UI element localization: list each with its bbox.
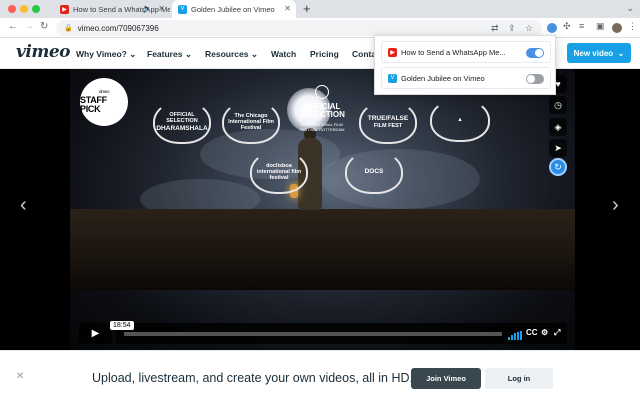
gear-icon[interactable]: ⚙ <box>541 328 548 337</box>
extension-active-icon[interactable] <box>547 23 557 33</box>
tab-whatsapp[interactable]: ▶ How to Send a WhatsApp Messa 🔈 ✕ <box>54 0 170 18</box>
browser-tab-bar: ▶ How to Send a WhatsApp Messa 🔈 ✕ V Gol… <box>0 0 640 18</box>
menu-icon[interactable]: ⋮ <box>628 21 637 32</box>
login-button[interactable]: Log in <box>485 368 553 389</box>
youtube-icon: ▶ <box>60 4 69 14</box>
chevron-left-icon[interactable]: ‹ <box>20 194 27 217</box>
vimeo-logo[interactable]: vimeo <box>16 42 70 62</box>
reload-icon[interactable]: ↻ <box>40 21 48 32</box>
layers-icon: ◈ <box>554 121 562 132</box>
puzzle-icon[interactable]: ✣ <box>563 21 571 32</box>
translate-icon[interactable]: ⇄ <box>491 23 499 34</box>
tab-vimeo[interactable]: V Golden Jubilee on Vimeo ✕ <box>172 0 296 18</box>
heart-icon: ♥ <box>555 79 561 89</box>
clock-icon: ◷ <box>554 99 562 110</box>
nav-features[interactable]: Features ⌄ <box>147 49 192 60</box>
new-video-button[interactable]: New video ⌄ <box>567 43 631 63</box>
nav-why-vimeo[interactable]: Why Vimeo? ⌄ <box>76 49 136 60</box>
side-panel-icon[interactable]: ▣ <box>596 21 605 32</box>
banner-text: Upload, livestream, and create your own … <box>92 371 413 385</box>
maximize-window-dot[interactable] <box>32 5 40 13</box>
tiger-emblem-icon <box>315 85 329 99</box>
popup-item-label: How to Send a WhatsApp Me... <box>401 47 506 57</box>
lock-icon: 🔒 <box>64 25 73 32</box>
chevron-down-icon: ⌄ <box>250 49 258 59</box>
docs-laurel: DOCS <box>345 150 403 194</box>
cc-icon[interactable]: CC <box>526 328 538 337</box>
volume-icon[interactable] <box>508 331 522 340</box>
signup-banner: ✕ Upload, livestream, and create your ow… <box>0 350 640 400</box>
collections-button[interactable]: ◈ <box>549 118 567 136</box>
popup-item-vimeo[interactable]: V Golden Jubilee on Vimeo <box>381 67 551 89</box>
share-button[interactable]: ➤ <box>549 139 567 157</box>
url-bar[interactable]: 🔒 vimeo.com/709067396 ⇄ ⇪ ☆ <box>56 20 542 36</box>
staff-pick-badge: vimeo STAFF PICK <box>80 78 128 126</box>
close-icon[interactable]: ✕ <box>158 4 165 13</box>
join-vimeo-button[interactable]: Join Vimeo <box>411 368 481 389</box>
extension-popup: ▶ How to Send a WhatsApp Me... V Golden … <box>374 35 556 95</box>
forward-icon[interactable]: → <box>24 21 34 32</box>
official-selection-badge: OFFICIAL SELECTION INTERNATIONAL FILM FE… <box>293 85 351 145</box>
new-tab-icon[interactable]: + <box>303 1 311 16</box>
nav-contact[interactable]: Conta <box>352 49 376 59</box>
doclisboa-laurel: doclisboa international film festival <box>250 150 308 194</box>
ifr-laurel: ▲ <box>430 98 490 142</box>
control-bar: CC ⚙ ⤢ <box>116 323 567 344</box>
chevron-down-icon[interactable]: ⌄ <box>626 3 634 14</box>
timecode: 18:54 <box>110 321 134 330</box>
play-button[interactable]: ▶ <box>79 323 112 344</box>
watch-later-button[interactable]: ◷ <box>549 96 567 114</box>
popup-item-whatsapp[interactable]: ▶ How to Send a WhatsApp Me... <box>381 41 551 63</box>
true-false-laurel: TRUE/FALSE FILM FEST <box>359 100 417 144</box>
vimeo-icon: V <box>388 73 397 83</box>
chevron-down-icon: ⌄ <box>184 49 192 59</box>
url-text: vimeo.com/709067396 <box>77 23 159 33</box>
share-icon[interactable]: ⇪ <box>508 23 516 34</box>
chicago-laurel: The Chicago International Film Festival <box>222 100 280 144</box>
tab-title: How to Send a WhatsApp Messa <box>73 4 170 14</box>
bookmark-star-icon[interactable]: ☆ <box>525 23 533 34</box>
chevron-down-icon: ⌄ <box>129 49 137 59</box>
speaker-icon: 🔈 <box>142 4 152 13</box>
popup-item-label: Golden Jubilee on Vimeo <box>401 73 485 83</box>
dharamshala-laurel: OFFICIAL SELECTION DHARAMSHALA <box>153 100 211 144</box>
chevron-right-icon[interactable]: › <box>612 194 619 217</box>
nav-resources[interactable]: Resources ⌄ <box>205 49 258 60</box>
chevron-down-icon: ⌄ <box>617 48 625 58</box>
toggle-switch[interactable] <box>526 48 544 58</box>
toggle-switch[interactable] <box>526 74 544 84</box>
close-window-dot[interactable] <box>8 5 16 13</box>
close-icon[interactable]: ✕ <box>284 4 291 13</box>
back-icon[interactable]: ← <box>8 21 18 32</box>
nav-pricing[interactable]: Pricing <box>310 49 339 59</box>
paper-plane-icon: ➤ <box>554 142 562 153</box>
reading-list-icon[interactable]: ≡ <box>579 21 584 31</box>
vimeo-icon: V <box>178 4 187 14</box>
refresh-icon: ↻ <box>554 161 562 172</box>
play-icon: ▶ <box>91 328 100 339</box>
youtube-icon: ▶ <box>388 47 397 57</box>
emblem-icon: ▲ <box>457 116 463 123</box>
fullscreen-icon[interactable]: ⤢ <box>554 328 560 338</box>
avatar[interactable] <box>612 23 622 33</box>
tab-title: Golden Jubilee on Vimeo <box>191 4 275 14</box>
progress-track[interactable] <box>124 332 502 336</box>
close-icon[interactable]: ✕ <box>16 371 24 382</box>
extension-overlay-button[interactable]: ↻ <box>549 158 567 176</box>
minimize-window-dot[interactable] <box>20 5 28 13</box>
nav-watch[interactable]: Watch <box>271 49 296 59</box>
